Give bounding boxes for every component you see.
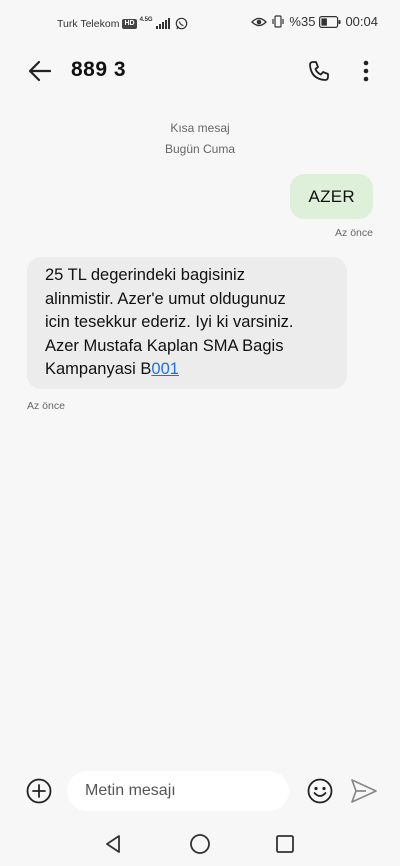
send-icon xyxy=(351,779,377,803)
more-vert-icon xyxy=(363,60,369,82)
phone-icon xyxy=(309,61,329,81)
date-separator: Bugün Cuma xyxy=(164,142,236,156)
eye-icon xyxy=(251,16,268,28)
emoji-icon xyxy=(307,778,333,804)
nav-recent-icon xyxy=(276,835,294,853)
incoming-message-line: Kampanyasi B001 xyxy=(45,358,337,382)
nav-back-button[interactable] xyxy=(104,834,124,854)
add-circle-icon xyxy=(26,778,52,804)
vibrate-icon xyxy=(271,15,285,28)
call-button[interactable] xyxy=(305,57,333,85)
message-number-link[interactable]: 001 xyxy=(151,360,179,378)
conversation-header: 889 3 xyxy=(0,46,400,96)
nav-back-icon xyxy=(106,835,120,853)
back-button[interactable] xyxy=(27,58,53,84)
emoji-button[interactable] xyxy=(306,777,334,805)
back-arrow-icon xyxy=(28,60,52,82)
nav-home-icon xyxy=(190,834,210,854)
battery-icon xyxy=(319,15,341,28)
outgoing-message-text: AZER xyxy=(308,186,355,206)
hd-badge: HD xyxy=(122,18,137,29)
incoming-message-text: Kampanyasi B xyxy=(45,360,152,379)
status-left: Turk Telekom HD 4.5G xyxy=(57,17,188,30)
nav-recent-button[interactable] xyxy=(275,834,295,854)
attach-button[interactable] xyxy=(25,777,53,805)
nav-home-button[interactable] xyxy=(189,833,211,855)
message-type-label: Kısa mesaj xyxy=(170,121,230,135)
clock: 00:04 xyxy=(345,14,378,29)
incoming-message-line: 25 TL degerindeki bagisiniz xyxy=(45,266,245,284)
whatsapp-icon xyxy=(175,17,188,30)
message-input[interactable] xyxy=(67,771,289,811)
battery-percent: %35 xyxy=(289,14,316,29)
status-right: %35 00:04 xyxy=(251,14,378,29)
incoming-message-line: alinmistir. Azer'e umut oldugunuz xyxy=(45,289,286,308)
incoming-message-line: icin tesekkur ederiz. Iyi ki varsiniz. xyxy=(45,313,294,332)
status-bar: Turk Telekom HD 4.5G %35 00:04 xyxy=(0,0,400,46)
incoming-message-line: Azer Mustafa Kaplan SMA Bagis xyxy=(45,336,284,355)
signal-icon xyxy=(155,18,170,29)
more-options-button[interactable] xyxy=(352,57,380,85)
outgoing-message-bubble[interactable]: AZER xyxy=(290,174,373,219)
send-button[interactable] xyxy=(350,778,378,804)
network-type: 4.5G xyxy=(139,16,153,23)
message-composer xyxy=(0,758,400,824)
incoming-message-time: Az önce xyxy=(27,400,65,412)
outgoing-message-time: Az önce xyxy=(335,227,373,239)
system-nav-bar xyxy=(0,824,400,866)
carrier-name: Turk Telekom xyxy=(57,17,120,30)
contact-title: 889 3 xyxy=(71,58,127,81)
incoming-message-bubble[interactable]: 25 TL degerindeki bagisiniz alinmistir. … xyxy=(27,257,347,389)
